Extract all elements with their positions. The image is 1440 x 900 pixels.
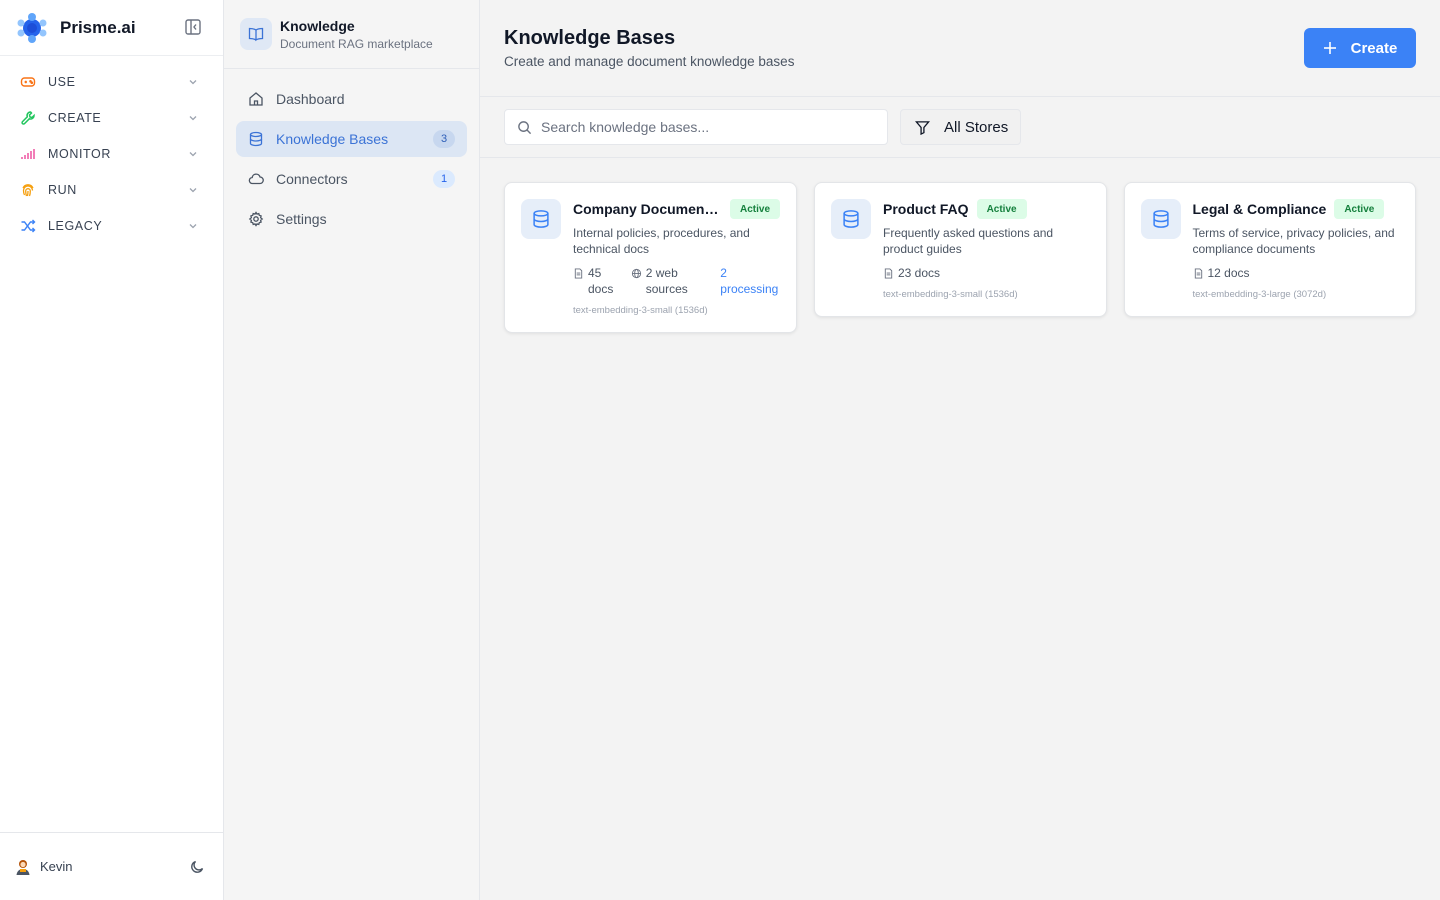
database-icon — [843, 210, 859, 228]
gear-icon — [248, 211, 264, 227]
book-open-icon — [248, 27, 264, 42]
user-bar: Kevin — [0, 832, 223, 900]
sidebar-collapse-icon[interactable] — [184, 18, 202, 36]
count-badge: 1 — [433, 170, 455, 188]
module-header: Knowledge Document RAG marketplace — [224, 0, 479, 69]
moon-icon[interactable] — [189, 859, 205, 875]
status-badge: Active — [976, 199, 1027, 219]
toolbar: All Stores — [480, 97, 1440, 158]
home-icon — [249, 92, 263, 106]
nav-group-run[interactable]: RUN — [0, 172, 223, 208]
card-icon — [521, 199, 561, 239]
card-title: Product FAQ — [883, 201, 969, 217]
filter-icon — [915, 120, 930, 135]
module-icon — [240, 18, 272, 50]
module-nav-dashboard[interactable]: Dashboard — [236, 81, 467, 117]
avatar[interactable] — [14, 858, 32, 876]
nav-group-legacy[interactable]: LEGACY — [0, 208, 223, 244]
embedding-model: text-embedding-3-large (3072d) — [1192, 289, 1327, 300]
module-nav-knowledge-bases[interactable]: Knowledge Bases 3 — [236, 121, 467, 157]
embedding-model: text-embedding-3-small (1536d) — [573, 305, 708, 316]
knowledge-base-card[interactable]: Legal & Compliance Active Terms of servi… — [1123, 182, 1416, 317]
status-badge: Active — [1334, 199, 1385, 219]
file-icon — [574, 268, 583, 279]
doc-count: 12 docs — [1193, 265, 1250, 281]
wrench-icon — [21, 111, 35, 125]
card-icon — [1140, 199, 1181, 239]
card-description: Frequently asked questions and product g… — [883, 226, 1054, 256]
card-title: Legal & Compliance — [1192, 201, 1327, 217]
store-filter-button[interactable]: All Stores — [900, 109, 1022, 145]
prisme-logo-icon — [17, 12, 47, 43]
card-description: Terms of service, privacy policies, and … — [1192, 226, 1395, 256]
file-icon — [1194, 268, 1202, 279]
module-title: Knowledge — [280, 17, 355, 34]
processing-count: 2 processing — [720, 266, 779, 296]
card-icon — [831, 199, 871, 239]
signal-bars-icon — [21, 149, 35, 159]
card-meta: 23 docs — [883, 265, 1090, 281]
file-icon — [884, 268, 893, 279]
search-box — [504, 109, 888, 145]
search-input[interactable] — [541, 119, 875, 135]
chevron-down-icon — [189, 116, 197, 121]
chevron-down-icon — [189, 152, 197, 157]
doc-count: 45 docs — [573, 265, 631, 297]
page-subtitle: Create and manage document knowledge bas… — [504, 54, 795, 69]
card-description: Internal policies, procedures, and techn… — [573, 226, 750, 256]
search-icon — [518, 120, 532, 134]
embedding-model: text-embedding-3-small (1536d) — [883, 289, 1018, 300]
user-name: Kevin — [40, 859, 73, 874]
app-sidebar: Prisme.ai USE CREATE MONITOR RUN LEGACY … — [0, 0, 224, 900]
store-filter-label: All Stores — [944, 118, 1009, 136]
nav-group-monitor[interactable]: MONITOR — [0, 136, 223, 172]
main-content: Knowledge Bases Create and manage docume… — [480, 0, 1440, 900]
knowledge-base-grid: Company Documenta... Active Internal pol… — [480, 158, 1440, 357]
module-sidebar: Knowledge Document RAG marketplace Dashb… — [224, 0, 480, 900]
knowledge-base-card[interactable]: Company Documenta... Active Internal pol… — [504, 182, 797, 333]
gamepad-icon — [20, 77, 36, 87]
nav-group-use[interactable]: USE — [0, 64, 223, 100]
nav-group-create[interactable]: CREATE — [0, 100, 223, 136]
web-source-count: 2 web sources — [631, 265, 721, 297]
knowledge-base-card[interactable]: Product FAQ Active Frequently asked ques… — [814, 182, 1107, 317]
card-meta: 12 docs — [1193, 265, 1400, 281]
chevron-down-icon — [189, 80, 197, 85]
plus-icon — [1323, 42, 1336, 54]
card-meta: 45 docs 2 web sources 2 processing — [573, 265, 780, 297]
status-badge: Active — [729, 199, 780, 219]
database-icon — [533, 210, 549, 228]
module-nav-connectors[interactable]: Connectors 1 — [236, 161, 467, 197]
database-icon — [1152, 210, 1169, 228]
globe-icon — [631, 268, 641, 279]
database-icon — [249, 131, 263, 147]
brand-name: Prisme.ai — [60, 17, 136, 37]
nav-groups: USE CREATE MONITOR RUN LEGACY — [0, 56, 223, 244]
chevron-down-icon — [189, 188, 197, 193]
card-title: Company Documenta... — [573, 201, 722, 217]
doc-count: 23 docs — [883, 265, 940, 281]
create-button[interactable]: Create — [1304, 28, 1416, 68]
fingerprint-icon — [22, 184, 34, 197]
cloud-icon — [248, 173, 264, 185]
module-subtitle: Document RAG marketplace — [280, 36, 433, 51]
page-header: Knowledge Bases Create and manage docume… — [480, 0, 1440, 97]
shuffle-icon — [21, 219, 36, 233]
count-badge: 3 — [433, 130, 455, 148]
page-title: Knowledge Bases — [504, 27, 676, 49]
chevron-down-icon — [189, 224, 197, 229]
create-button-label: Create — [1350, 39, 1398, 57]
module-nav: Dashboard Knowledge Bases 3 Connectors 1… — [224, 69, 479, 253]
module-nav-settings[interactable]: Settings — [236, 201, 467, 237]
